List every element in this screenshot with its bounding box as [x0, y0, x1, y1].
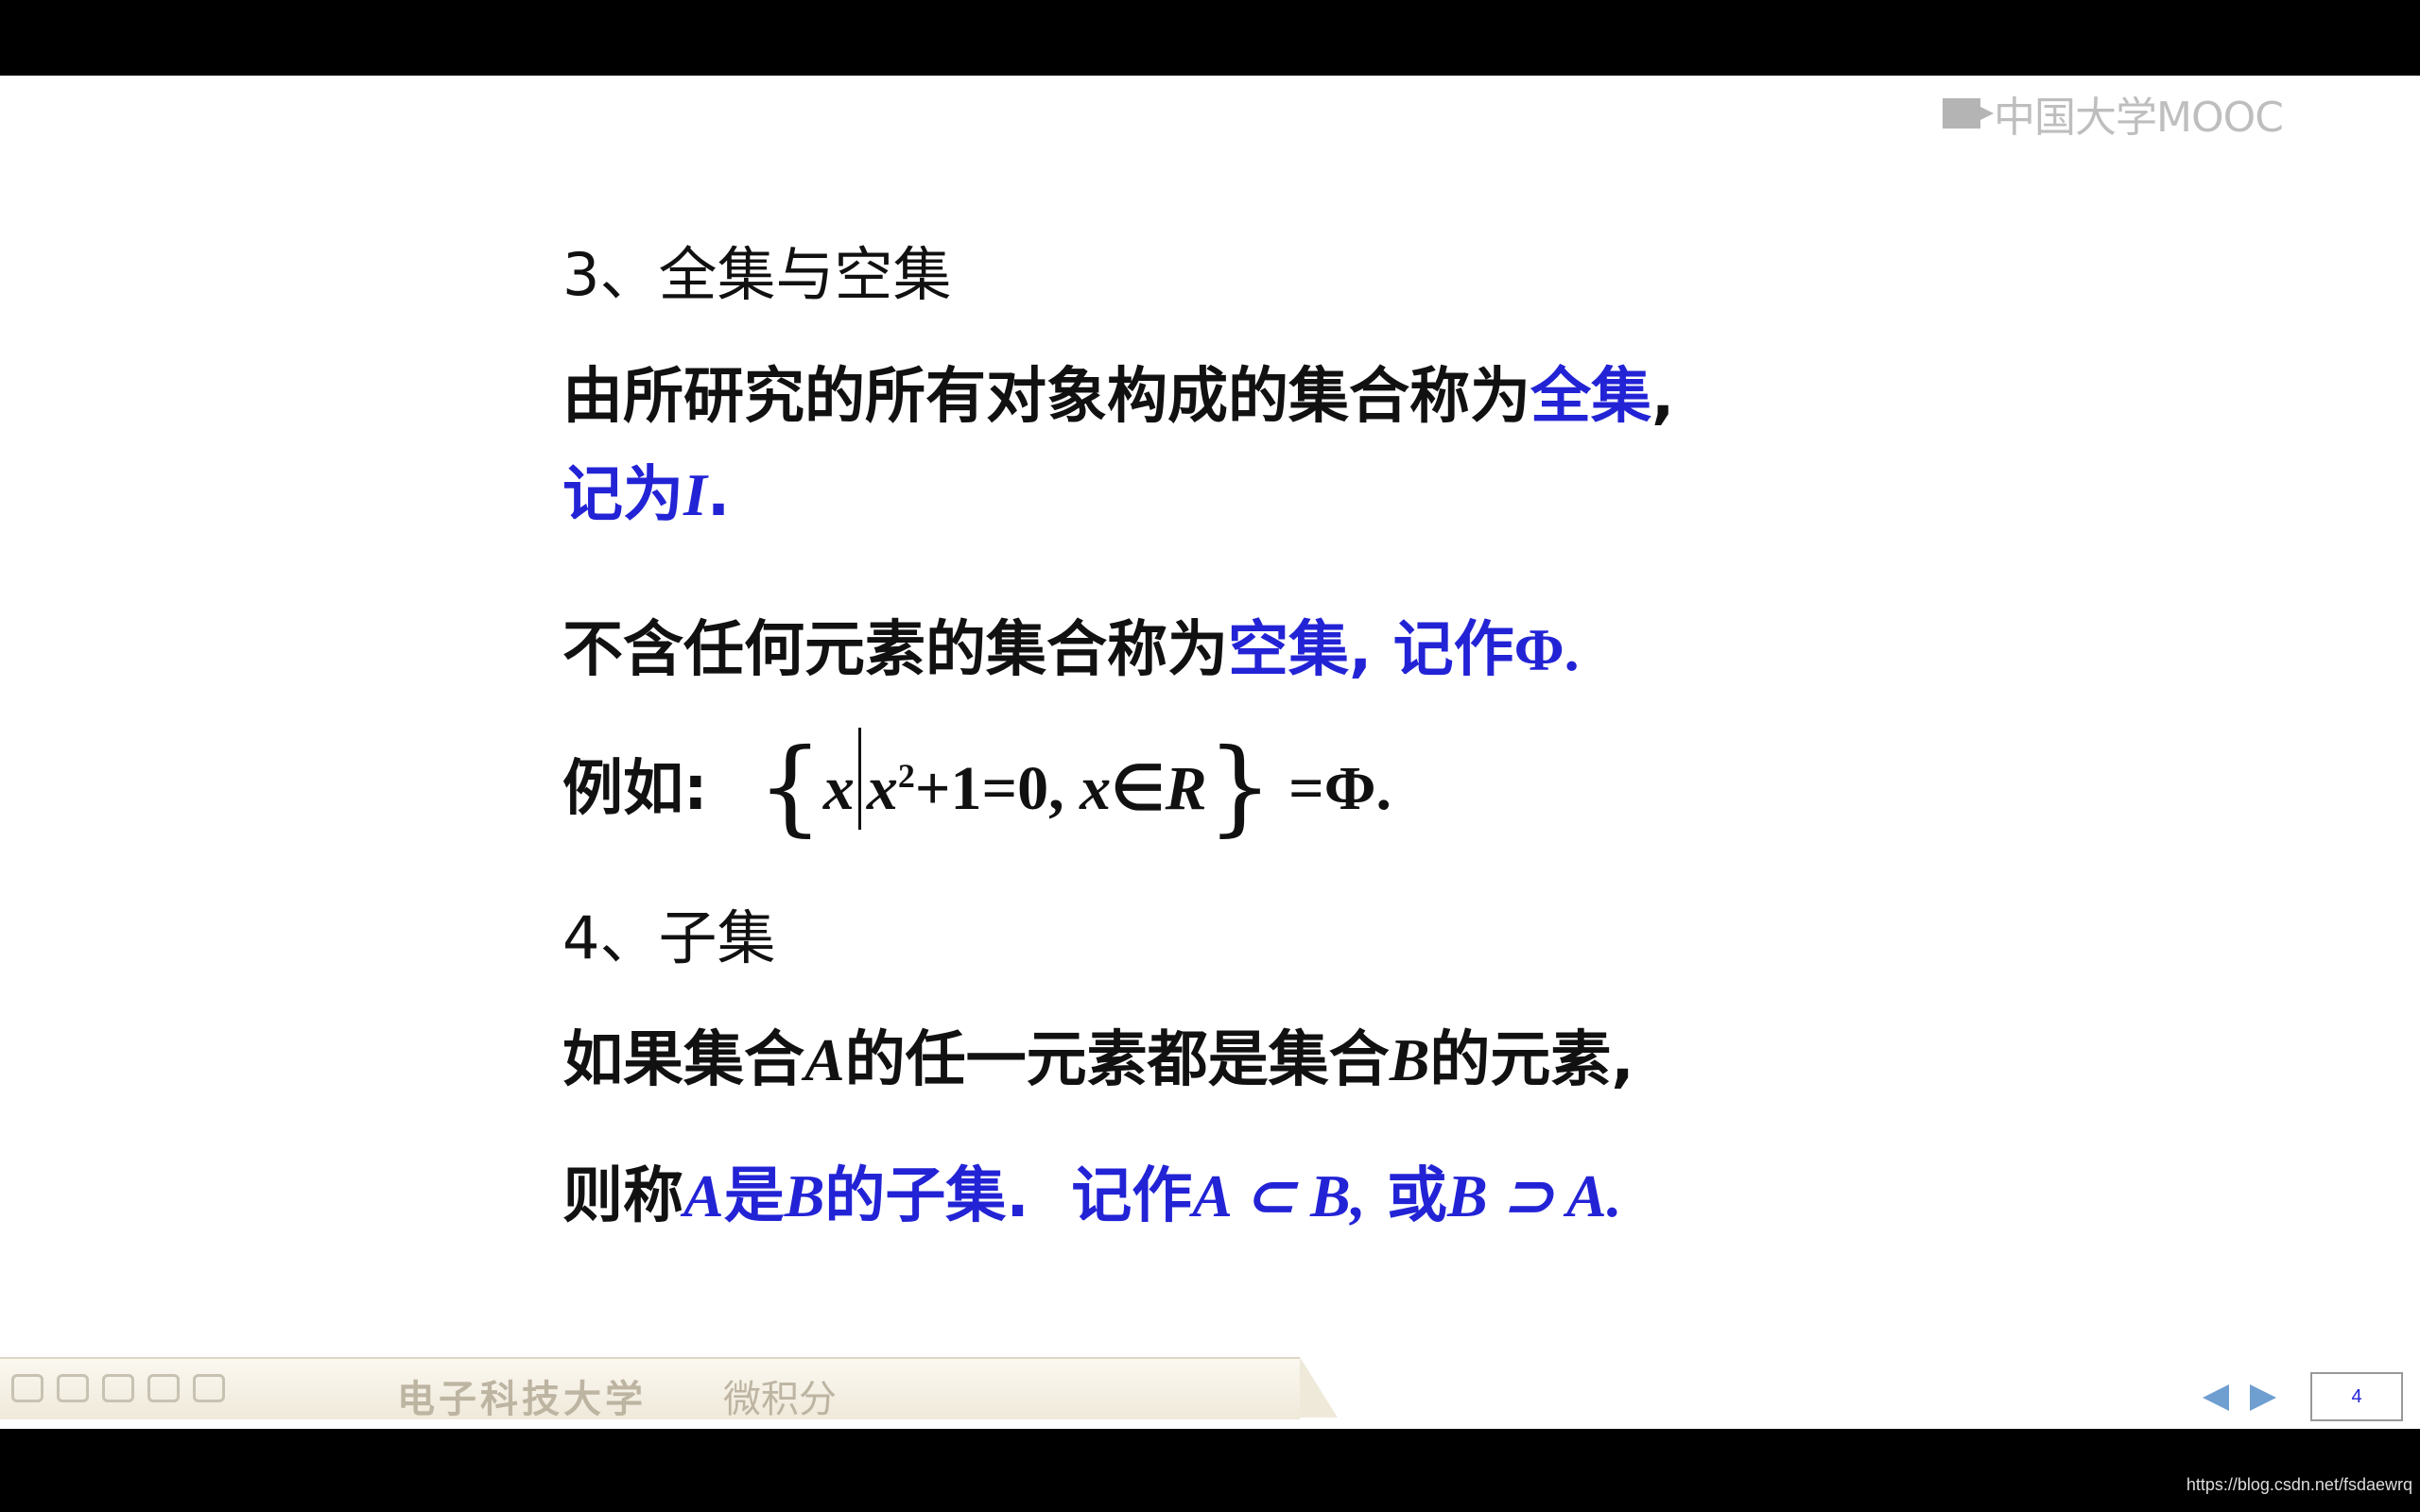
- section4-heading: 4、子集: [562, 903, 776, 972]
- comma: ,: [1651, 362, 1675, 432]
- subset-text-a: 如果集合: [562, 1025, 804, 1095]
- circle-icon[interactable]: [102, 1374, 134, 1402]
- reals-symbol: R: [1165, 754, 1207, 823]
- universal-set-line2: 记为I.: [562, 446, 730, 533]
- notation-label: 记为: [562, 460, 683, 530]
- set-a: A: [683, 1162, 724, 1229]
- universal-term: 全集: [1530, 362, 1651, 432]
- subset-is: 是: [723, 1161, 785, 1231]
- subset-term: 的子集.: [824, 1161, 1029, 1231]
- right-brace: }: [1206, 726, 1273, 847]
- universal-set-line1: 由所研究的所有对象构成的集合称为全集,: [562, 348, 1674, 435]
- watermark-text: 中国大学MOOC: [1994, 94, 2284, 142]
- eraser-icon[interactable]: [147, 1374, 180, 1402]
- slide-toolbar: 电子科技大学 微积分: [0, 1357, 1338, 1421]
- set-b: B: [784, 1162, 825, 1229]
- university-name: 电子科技大学: [397, 1377, 647, 1421]
- formula-rest: +1=0,: [914, 754, 1064, 823]
- formula-x2: x: [1080, 754, 1112, 823]
- example-result: =Φ.: [1288, 754, 1392, 823]
- page-number: 4: [2310, 1372, 2403, 1421]
- empty-text: 不含任何元素的集合称为: [562, 615, 1228, 685]
- subset-relation-2: B ⊃ A.: [1447, 1162, 1622, 1229]
- subset-text-b: 的任一元素都是集合: [844, 1025, 1390, 1095]
- video-camera-icon: [1943, 98, 1994, 129]
- subset-line2: 则称A是B的子集. 记作A ⊂ B, 或B ⊃ A.: [562, 1147, 1622, 1234]
- left-brace: {: [756, 726, 823, 847]
- example-line: 例如: {x x2+1=0, x∈R} =Φ.: [562, 726, 1392, 847]
- empty-set-line: 不含任何元素的集合称为空集, 记作Φ.: [562, 601, 1580, 688]
- course-name: 微积分: [723, 1378, 837, 1421]
- section3-heading: 3、全集与空集: [562, 240, 952, 309]
- subset-relation-1: A ⊂ B,: [1192, 1162, 1366, 1229]
- next-slide-icon[interactable]: [2250, 1384, 2276, 1411]
- example-label: 例如:: [562, 754, 708, 824]
- subset-text-c: 的元素,: [1429, 1025, 1634, 1095]
- period: .: [706, 460, 731, 530]
- previous-slide-icon[interactable]: [2203, 1384, 2229, 1411]
- mooc-watermark: 中国大学MOOC: [1943, 76, 2284, 151]
- set-a: A: [804, 1026, 845, 1093]
- subset-note-label: 记作: [1071, 1161, 1193, 1231]
- pen-icon[interactable]: [11, 1374, 43, 1402]
- subset-or: 或: [1387, 1161, 1447, 1231]
- set-variable: x: [822, 754, 855, 823]
- subset-text-then: 则称: [562, 1161, 683, 1231]
- screen-icon[interactable]: [57, 1374, 89, 1402]
- empty-term: 空集,: [1228, 615, 1373, 685]
- set-builder-bar: [857, 728, 861, 830]
- example-formula: {x x2+1=0, x∈R} =Φ.: [757, 726, 1392, 847]
- pointer-icon[interactable]: [193, 1374, 225, 1402]
- source-url: https://blog.csdn.net/fsdaewrq: [2186, 1475, 2412, 1494]
- empty-notation-label: 记作: [1392, 615, 1514, 685]
- universal-symbol: I: [683, 461, 707, 528]
- universal-text: 由所研究的所有对象构成的集合称为: [562, 362, 1530, 432]
- empty-symbol: Φ.: [1513, 616, 1580, 683]
- subset-line1: 如果集合A的任一元素都是集合B的元素,: [562, 1011, 1634, 1098]
- annotation-tools: [11, 1374, 225, 1402]
- formula-x: x: [866, 754, 898, 823]
- set-b: B: [1389, 1026, 1430, 1093]
- element-of: ∈: [1111, 754, 1166, 823]
- exponent: 2: [897, 757, 915, 795]
